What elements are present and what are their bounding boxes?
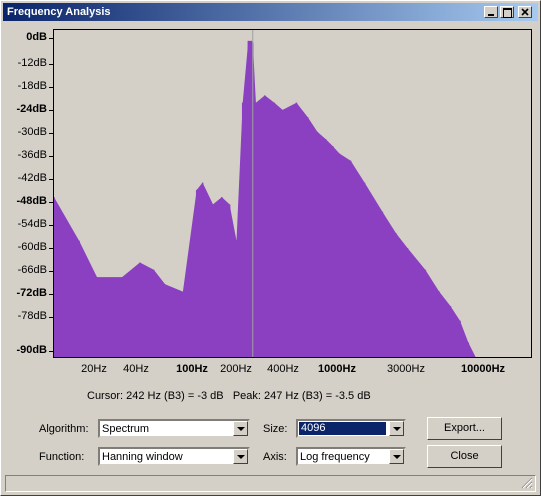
- minimize-button[interactable]: [484, 6, 498, 18]
- close-window-button[interactable]: [518, 6, 532, 18]
- size-select[interactable]: 4096: [296, 419, 406, 438]
- axis-label: Axis:: [263, 451, 287, 463]
- function-value: Hanning window: [102, 451, 183, 463]
- y-tick-label: 0dB: [26, 31, 47, 43]
- spectrum-plot[interactable]: [53, 29, 532, 358]
- resize-grip-icon[interactable]: [521, 477, 533, 489]
- size-label: Size:: [263, 423, 288, 435]
- y-tick-label: -90dB: [16, 344, 47, 356]
- y-tick-label: -78dB: [17, 310, 47, 322]
- frequency-analysis-window: Frequency Analysis 0dB -12dB -18dB -24dB -30…: [0, 0, 541, 496]
- cursor-peak-readout: Cursor: 242 Hz (B3) = -3 dB Peak: 247 Hz…: [87, 390, 371, 402]
- y-tick-label: -42dB: [17, 172, 47, 184]
- y-tick-label: -60dB: [17, 241, 47, 253]
- title-bar[interactable]: Frequency Analysis: [3, 3, 538, 21]
- x-tick-label: 400Hz: [267, 363, 299, 375]
- algorithm-value: Spectrum: [102, 423, 150, 435]
- chevron-down-icon[interactable]: [233, 449, 248, 464]
- function-label: Function:: [39, 451, 85, 463]
- size-value: 4096: [299, 422, 386, 435]
- y-tick-label: -72dB: [16, 287, 47, 299]
- maximize-button[interactable]: [500, 6, 514, 18]
- y-tick-label: -66dB: [17, 264, 47, 276]
- peak-readout: Peak: 247 Hz (B3) = -3.5 dB: [232, 390, 371, 402]
- y-tick-label: -54dB: [17, 218, 47, 230]
- chevron-down-icon[interactable]: [389, 421, 404, 436]
- algorithm-select[interactable]: Spectrum: [98, 419, 250, 438]
- chevron-down-icon[interactable]: [233, 421, 248, 436]
- y-tick-label: -18dB: [17, 80, 47, 92]
- y-tick-label: -36dB: [17, 149, 47, 161]
- x-tick-label: 200Hz: [220, 363, 252, 375]
- export-button[interactable]: Export...: [427, 417, 502, 440]
- close-icon: [521, 8, 529, 16]
- y-tick-label: -12dB: [17, 57, 47, 69]
- axis-select[interactable]: Log frequency: [296, 447, 406, 466]
- spectrum-chart: [54, 30, 476, 357]
- y-tick-label: -24dB: [16, 103, 47, 115]
- x-tick-label: 3000Hz: [387, 363, 425, 375]
- x-tick-label: 100Hz: [176, 363, 208, 375]
- algorithm-label: Algorithm:: [39, 423, 89, 435]
- window-title: Frequency Analysis: [7, 6, 111, 18]
- y-tick-label: -30dB: [17, 126, 47, 138]
- function-select[interactable]: Hanning window: [98, 447, 250, 466]
- x-tick-label: 1000Hz: [318, 363, 356, 375]
- axis-value: Log frequency: [300, 451, 370, 463]
- y-tick-label: -48dB: [16, 195, 47, 207]
- x-tick-label: 10000Hz: [460, 363, 506, 375]
- close-button[interactable]: Close: [427, 445, 502, 468]
- status-bar: [5, 475, 536, 492]
- cursor-readout: Cursor: 242 Hz (B3) = -3 dB: [87, 390, 224, 402]
- x-tick-label: 20Hz: [81, 363, 107, 375]
- x-tick-label: 40Hz: [123, 363, 149, 375]
- chevron-down-icon[interactable]: [389, 449, 404, 464]
